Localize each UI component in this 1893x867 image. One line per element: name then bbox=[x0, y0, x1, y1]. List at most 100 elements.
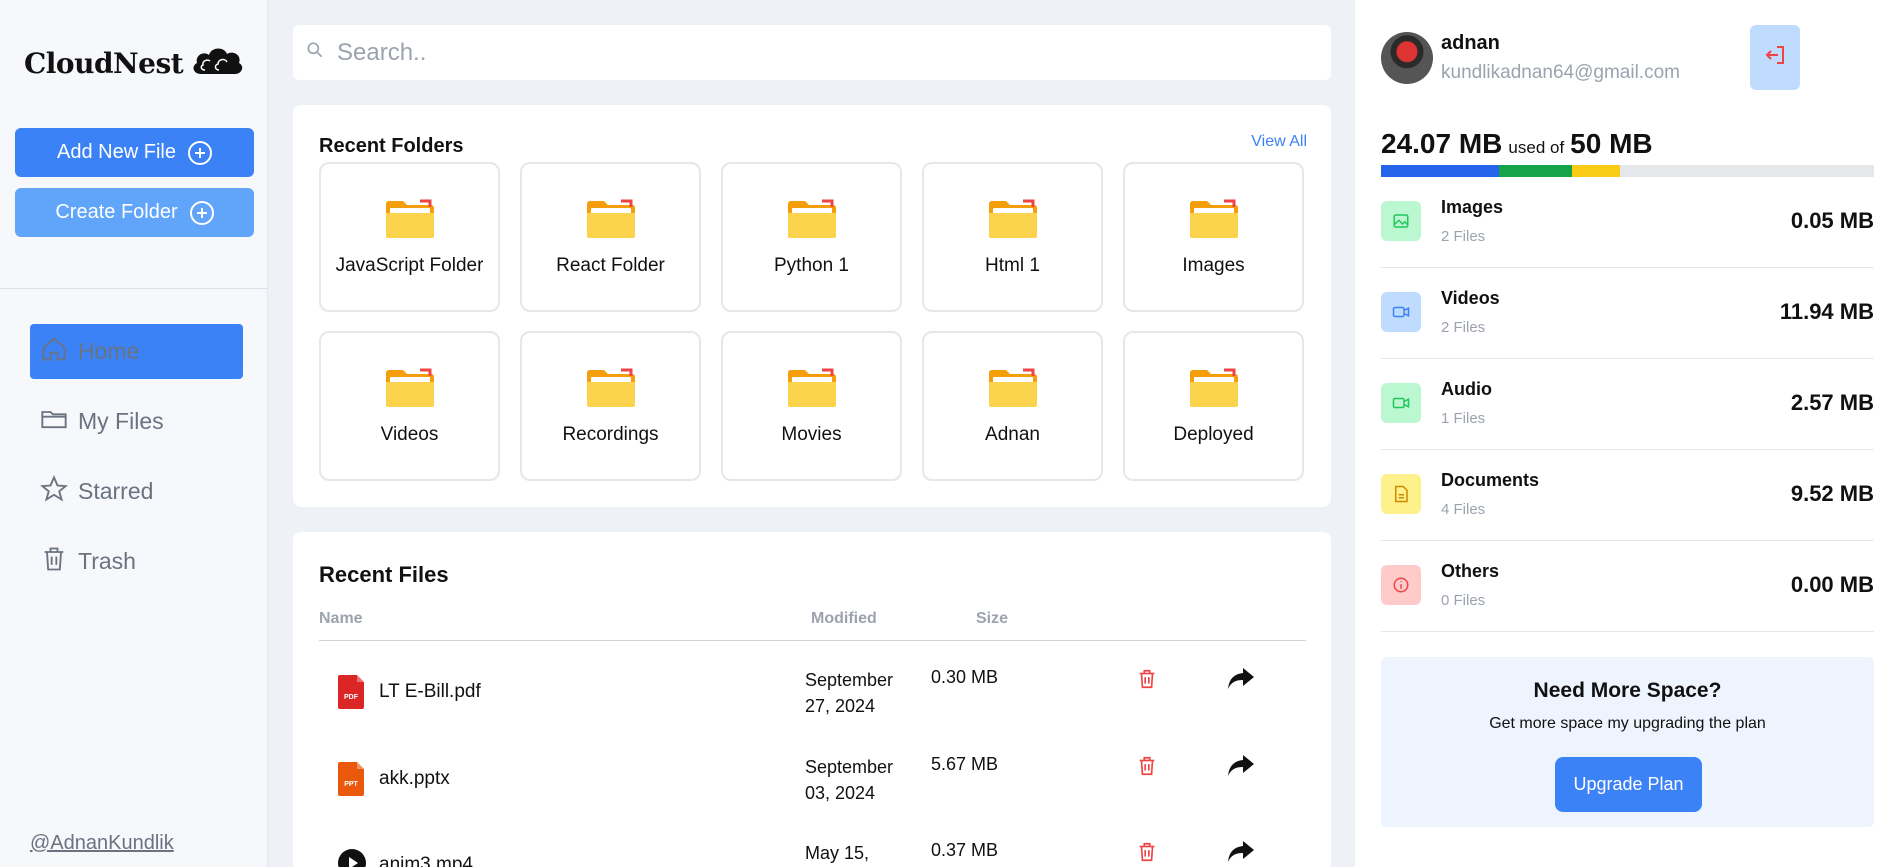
folder-card[interactable]: JavaScript Folder bbox=[319, 162, 500, 312]
folder-icon bbox=[40, 405, 68, 439]
folder-icon bbox=[786, 367, 838, 414]
pdf-file-icon: PDF bbox=[337, 675, 365, 714]
storage-used-of-label: used of bbox=[1508, 138, 1565, 157]
folder-card[interactable]: Html 1 bbox=[922, 162, 1103, 312]
folder-card[interactable]: Movies bbox=[721, 331, 902, 481]
image-icon bbox=[1381, 201, 1421, 241]
view-all-link[interactable]: View All bbox=[1251, 133, 1307, 151]
category-name: Documents bbox=[1441, 470, 1540, 490]
search-icon bbox=[305, 40, 325, 65]
file-size: 5.67 MB bbox=[931, 754, 999, 774]
storage-category-row[interactable]: Others 0 Files 0.00 MB bbox=[1381, 541, 1874, 632]
user-email: kundlikadnan64@gmail.com bbox=[1441, 62, 1680, 83]
create-folder-button[interactable]: Create Folder bbox=[15, 188, 254, 237]
category-name: Audio bbox=[1441, 379, 1492, 399]
table-header-divider bbox=[319, 640, 1306, 641]
file-type-badge: PPT bbox=[344, 781, 358, 788]
avatar[interactable] bbox=[1381, 32, 1433, 84]
folder-card[interactable]: Images bbox=[1123, 162, 1304, 312]
logout-icon bbox=[1763, 43, 1787, 72]
category-size: 11.94 MB bbox=[1779, 299, 1874, 324]
file-size: 0.37 MB bbox=[931, 840, 999, 860]
add-new-file-label: Add New File bbox=[57, 141, 176, 163]
folder-icon bbox=[786, 198, 838, 245]
folder-card[interactable]: Adnan bbox=[922, 331, 1103, 481]
recent-folders-panel: Recent Folders View All JavaScript Folde… bbox=[293, 105, 1331, 507]
sidebar-divider bbox=[0, 288, 268, 289]
plus-circle-icon bbox=[189, 200, 214, 225]
nav-item-starred[interactable]: Starred bbox=[30, 464, 243, 519]
folder-card[interactable]: React Folder bbox=[520, 162, 701, 312]
file-type-badge: PDF bbox=[344, 694, 359, 701]
folder-card[interactable]: Deployed bbox=[1123, 331, 1304, 481]
folder-card[interactable]: Python 1 bbox=[721, 162, 902, 312]
column-header-name[interactable]: Name bbox=[319, 610, 363, 628]
folder-card[interactable]: Videos bbox=[319, 331, 500, 481]
folder-icon bbox=[987, 367, 1039, 414]
folder-icon bbox=[987, 198, 1039, 245]
home-icon bbox=[40, 335, 68, 369]
storage-category-row[interactable]: Images 2 Files 0.05 MB bbox=[1381, 177, 1874, 268]
upgrade-title: Need More Space? bbox=[1533, 679, 1722, 702]
usage-bar-segment bbox=[1498, 165, 1572, 177]
folder-icon bbox=[585, 198, 637, 245]
folder-name: Movies bbox=[781, 423, 842, 445]
category-size: 0.05 MB bbox=[1790, 208, 1874, 233]
file-name: LT E-Bill.pdf bbox=[379, 681, 481, 702]
category-file-count: 4 Files bbox=[1441, 501, 1486, 518]
add-new-file-button[interactable]: Add New File bbox=[15, 128, 254, 177]
storage-total: 50 MB bbox=[1570, 128, 1653, 159]
file-row[interactable]: anim3.mp4 May 15, 2024 0.37 MB bbox=[319, 824, 1306, 867]
search-input[interactable] bbox=[337, 38, 1237, 67]
category-size: 0.00 MB bbox=[1790, 572, 1874, 597]
category-name: Videos bbox=[1441, 288, 1500, 308]
upgrade-subtitle: Get more space my upgrading the plan bbox=[1489, 715, 1766, 732]
folder-name: Html 1 bbox=[985, 254, 1040, 276]
file-name: anim3.mp4 bbox=[379, 854, 473, 867]
category-file-count: 1 Files bbox=[1441, 410, 1486, 427]
ppt-file-icon: PPT bbox=[337, 762, 365, 801]
create-folder-label: Create Folder bbox=[55, 201, 178, 223]
storage-used: 24.07 MB bbox=[1381, 128, 1503, 159]
folder-icon bbox=[1188, 367, 1240, 414]
folder-icon bbox=[384, 367, 436, 414]
nav-item-trash[interactable]: Trash bbox=[30, 534, 243, 589]
folder-icon bbox=[384, 198, 436, 245]
file-modified-date: September 27, 2024 bbox=[805, 670, 894, 716]
upgrade-plan-button[interactable]: Upgrade Plan bbox=[1555, 757, 1702, 812]
nav-item-my-files[interactable]: My Files bbox=[30, 394, 243, 449]
search-bar bbox=[293, 25, 1331, 80]
brand-logo[interactable]: CloudNest bbox=[24, 44, 245, 83]
share-file-button[interactable] bbox=[1227, 840, 1255, 867]
delete-file-button[interactable] bbox=[1136, 754, 1158, 783]
file-name: akk.pptx bbox=[379, 768, 450, 789]
sidebar: CloudNest Add New File Create Folder Hom… bbox=[0, 0, 268, 867]
column-header-modified[interactable]: Modified bbox=[811, 610, 877, 628]
storage-category-row[interactable]: Audio 1 Files 2.57 MB bbox=[1381, 359, 1874, 450]
video-icon bbox=[1381, 292, 1421, 332]
logout-button[interactable] bbox=[1750, 25, 1800, 90]
category-name: Images bbox=[1441, 197, 1504, 217]
file-row[interactable]: PDF LT E-Bill.pdf September 27, 2024 0.30 M… bbox=[319, 651, 1306, 731]
file-row[interactable]: PPT akk.pptx September 03, 2024 5.67 MB bbox=[319, 738, 1306, 818]
file-modified-date: May 15, 2024 bbox=[805, 843, 870, 863]
delete-file-button[interactable] bbox=[1136, 667, 1158, 696]
storage-category-row[interactable]: Videos 2 Files 11.94 MB bbox=[1381, 268, 1874, 359]
author-link[interactable]: @AdnanKundlik bbox=[30, 832, 174, 855]
category-file-count: 2 Files bbox=[1441, 319, 1486, 336]
storage-category-row[interactable]: Documents 4 Files 9.52 MB bbox=[1381, 450, 1874, 541]
column-header-size[interactable]: Size bbox=[976, 610, 1008, 628]
delete-file-button[interactable] bbox=[1136, 840, 1158, 867]
info-icon bbox=[1381, 565, 1421, 605]
share-file-button[interactable] bbox=[1227, 754, 1255, 783]
category-file-count: 0 Files bbox=[1441, 592, 1486, 609]
share-file-button[interactable] bbox=[1227, 667, 1255, 696]
folder-name: Images bbox=[1182, 254, 1245, 276]
folder-name: Adnan bbox=[985, 423, 1040, 445]
folder-name: Python 1 bbox=[774, 254, 849, 276]
file-size: 0.30 MB bbox=[931, 667, 999, 687]
folder-card[interactable]: Recordings bbox=[520, 331, 701, 481]
folder-name: React Folder bbox=[556, 254, 665, 276]
nav-item-home[interactable]: Home bbox=[30, 324, 243, 379]
category-size: 2.57 MB bbox=[1790, 390, 1874, 415]
